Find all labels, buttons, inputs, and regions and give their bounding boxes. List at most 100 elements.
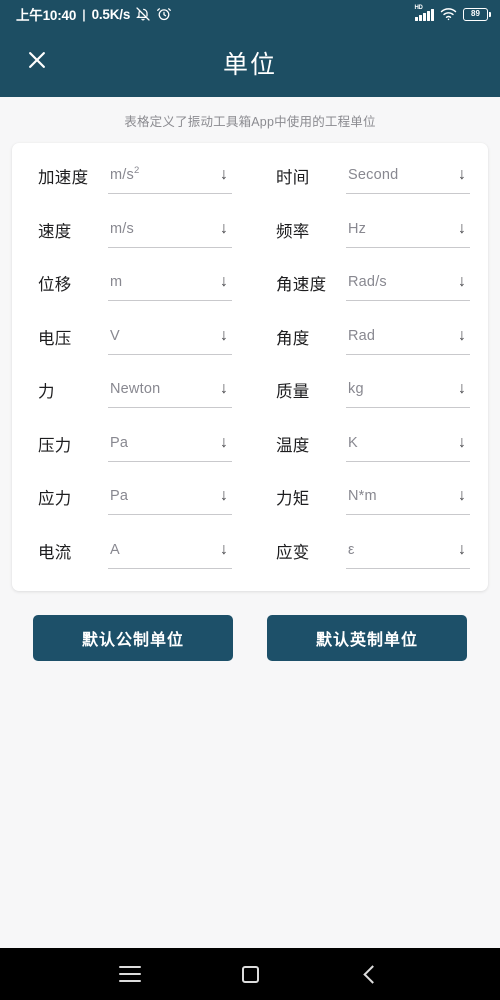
nav-menu-button[interactable] bbox=[106, 950, 154, 998]
unit-value: A bbox=[110, 541, 120, 559]
unit-dropdown[interactable]: Second ↓ bbox=[346, 166, 470, 194]
unit-dropdown[interactable]: Newton ↓ bbox=[108, 380, 232, 408]
unit-dropdown[interactable]: ε ↓ bbox=[346, 541, 470, 569]
table-row: 压力 Pa ↓ 温度 K ↓ bbox=[12, 425, 488, 479]
unit-label: 角速度 bbox=[276, 276, 327, 294]
default-imperial-units-button[interactable]: 默认英制单位 bbox=[267, 615, 467, 661]
dropdown-arrow-icon: ↓ bbox=[220, 433, 228, 451]
unit-dropdown[interactable]: V ↓ bbox=[108, 327, 232, 355]
unit-picker-wrap: A ↓ bbox=[108, 541, 232, 569]
app-root: 上午10:40 | 0.5K/s HD 89 单位 表格定义了振动工具箱App中… bbox=[0, 0, 500, 1000]
unit-value-text: m/s bbox=[110, 167, 134, 183]
table-row: 加速度 m/s2 ↓ 时间 Second ↓ bbox=[12, 157, 488, 211]
dropdown-arrow-icon: ↓ bbox=[458, 219, 466, 237]
table-row: 电流 A ↓ 应变 ε ↓ bbox=[12, 532, 488, 586]
unit-picker-wrap: Second ↓ bbox=[346, 166, 470, 194]
unit-value-text: A bbox=[110, 541, 120, 558]
unit-value: kg bbox=[348, 380, 364, 398]
unit-label: 加速度 bbox=[38, 169, 89, 187]
dropdown-arrow-icon: ↓ bbox=[220, 540, 228, 558]
alarm-clock-icon bbox=[156, 6, 172, 22]
unit-picker-wrap: Rad ↓ bbox=[346, 327, 470, 355]
back-chevron-icon bbox=[363, 964, 382, 984]
unit-dropdown[interactable]: m ↓ bbox=[108, 273, 232, 301]
table-row: 应力 Pa ↓ 力矩 N*m ↓ bbox=[12, 478, 488, 532]
page-subtitle: 表格定义了振动工具箱App中使用的工程单位 bbox=[124, 114, 376, 129]
unit-dropdown[interactable]: Rad ↓ bbox=[346, 327, 470, 355]
unit-value-text: Hz bbox=[348, 220, 367, 237]
unit-cell-right: 角速度 Rad/s ↓ bbox=[250, 264, 488, 301]
dropdown-arrow-icon: ↓ bbox=[220, 273, 228, 290]
unit-label: 力 bbox=[38, 383, 55, 401]
unit-dropdown[interactable]: Pa ↓ bbox=[108, 434, 232, 462]
unit-dropdown[interactable]: kg ↓ bbox=[346, 380, 470, 408]
unit-value-exponent: 2 bbox=[133, 165, 140, 177]
unit-label: 位移 bbox=[38, 276, 72, 294]
system-navigation-bar bbox=[0, 948, 500, 1000]
unit-cell-right: 时间 Second ↓ bbox=[250, 157, 488, 194]
unit-picker-wrap: Pa ↓ bbox=[108, 434, 232, 462]
unit-cell-left: 压力 Pa ↓ bbox=[12, 425, 250, 462]
close-button[interactable] bbox=[20, 46, 54, 80]
unit-value: m/s bbox=[110, 220, 134, 238]
home-square-icon bbox=[241, 965, 259, 983]
unit-picker-wrap: Hz ↓ bbox=[346, 220, 470, 248]
unit-label: 频率 bbox=[276, 222, 310, 241]
unit-value: Hz bbox=[348, 220, 366, 238]
dropdown-arrow-icon: ↓ bbox=[458, 380, 466, 397]
unit-value-text: m/s bbox=[110, 220, 134, 237]
unit-dropdown[interactable]: Hz ↓ bbox=[346, 220, 470, 248]
unit-cell-right: 角度 Rad ↓ bbox=[250, 318, 488, 355]
unit-dropdown[interactable]: Rad/s ↓ bbox=[346, 273, 470, 301]
unit-value-text: N*m bbox=[348, 488, 377, 504]
status-network-speed: 0.5K/s bbox=[91, 6, 131, 22]
unit-picker-wrap: K ↓ bbox=[346, 434, 470, 462]
unit-value: m/s2 bbox=[110, 166, 139, 184]
unit-picker-wrap: m ↓ bbox=[108, 273, 232, 301]
battery-level-label: 89 bbox=[471, 9, 480, 18]
unit-value: Rad bbox=[348, 327, 375, 345]
unit-cell-left: 速度 m/s ↓ bbox=[12, 211, 250, 248]
units-table-rows: 加速度 m/s2 ↓ 时间 Second ↓ 速度 m/s ↓ 频率 Hz ↓ 位移 m ↓ 角速度 Rad/s… bbox=[12, 157, 488, 585]
preset-buttons-row: 默认公制单位 默认英制单位 bbox=[0, 615, 500, 661]
unit-value: m bbox=[110, 273, 122, 291]
dropdown-arrow-icon: ↓ bbox=[458, 326, 466, 344]
dropdown-arrow-icon: ↓ bbox=[220, 219, 228, 237]
status-bar-right: HD 89 bbox=[414, 5, 491, 21]
nav-home-button[interactable] bbox=[226, 950, 274, 998]
unit-picker-wrap: ε ↓ bbox=[346, 541, 470, 569]
table-row: 力 Newton ↓ 质量 kg ↓ bbox=[12, 371, 488, 425]
unit-dropdown[interactable]: A ↓ bbox=[108, 541, 232, 569]
unit-dropdown[interactable]: Pa ↓ bbox=[108, 487, 232, 515]
unit-value: Newton bbox=[110, 380, 160, 398]
unit-value: Pa bbox=[110, 434, 128, 452]
mute-bell-icon bbox=[135, 6, 151, 22]
battery-icon: 89 bbox=[463, 7, 491, 21]
unit-value: N*m bbox=[348, 487, 377, 505]
unit-label: 角度 bbox=[276, 329, 310, 348]
unit-dropdown[interactable]: m/s ↓ bbox=[108, 220, 232, 248]
unit-picker-wrap: Rad/s ↓ bbox=[346, 273, 470, 301]
unit-cell-left: 电压 V ↓ bbox=[12, 318, 250, 355]
units-table-card: 加速度 m/s2 ↓ 时间 Second ↓ 速度 m/s ↓ 频率 Hz ↓ 位移 m ↓ 角速度 Rad/s… bbox=[12, 143, 488, 591]
dropdown-arrow-icon: ↓ bbox=[458, 433, 466, 451]
default-metric-units-button[interactable]: 默认公制单位 bbox=[33, 615, 233, 661]
status-separator: | bbox=[82, 6, 86, 22]
close-icon bbox=[26, 49, 48, 76]
unit-dropdown[interactable]: m/s2 ↓ bbox=[108, 166, 232, 194]
unit-picker-wrap: m/s2 ↓ bbox=[108, 166, 232, 194]
unit-picker-wrap: Newton ↓ bbox=[108, 380, 232, 408]
unit-label: 时间 bbox=[276, 169, 310, 187]
unit-cell-left: 电流 A ↓ bbox=[12, 532, 250, 569]
unit-dropdown[interactable]: N*m ↓ bbox=[346, 487, 470, 515]
unit-value-text: Second bbox=[348, 167, 399, 183]
nav-back-button[interactable] bbox=[346, 950, 394, 998]
table-row: 位移 m ↓ 角速度 Rad/s ↓ bbox=[12, 264, 488, 318]
status-time: 上午10:40 bbox=[16, 8, 77, 23]
unit-value-text: K bbox=[348, 434, 358, 451]
unit-value: Pa bbox=[110, 487, 128, 505]
unit-label: 电流 bbox=[38, 543, 72, 562]
unit-cell-right: 应变 ε ↓ bbox=[250, 532, 488, 569]
signal-bars-icon: HD bbox=[414, 5, 434, 21]
unit-dropdown[interactable]: K ↓ bbox=[346, 434, 470, 462]
